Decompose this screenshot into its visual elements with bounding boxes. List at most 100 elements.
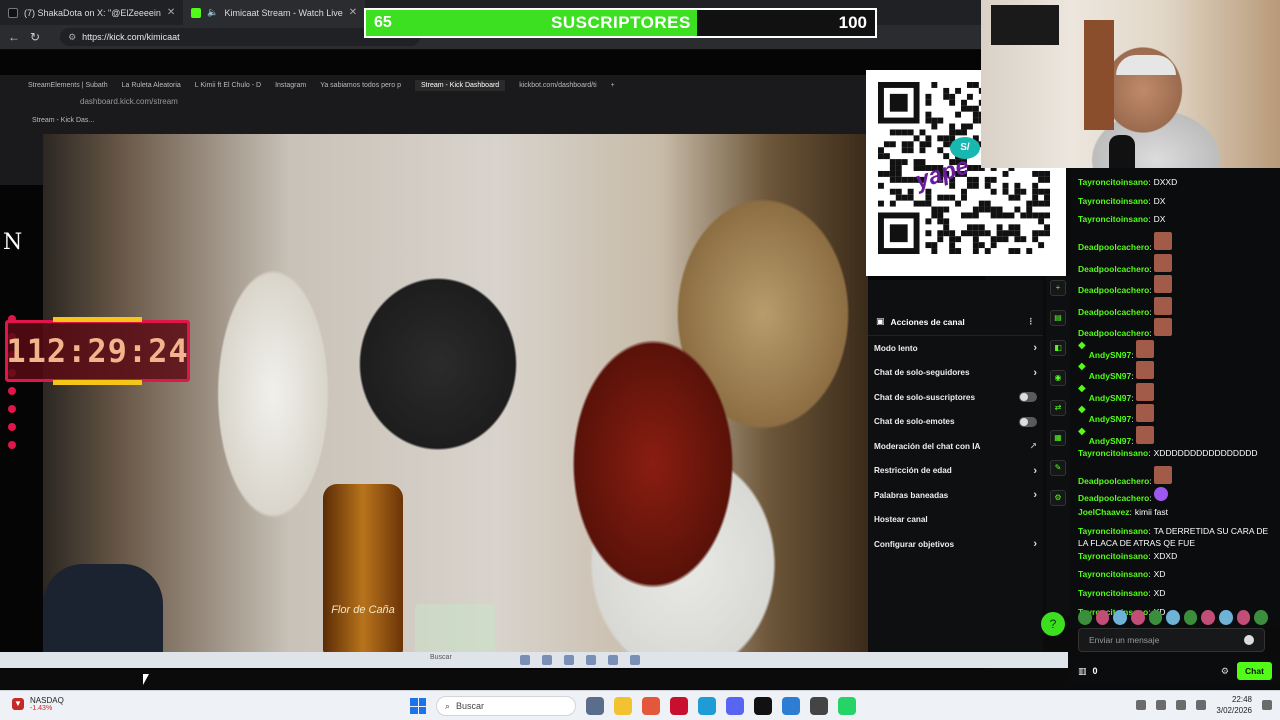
send-chat-button[interactable]: Chat (1237, 662, 1272, 680)
app-icon[interactable] (754, 697, 772, 715)
windows-start-icon[interactable] (410, 698, 426, 714)
toggle-switch[interactable] (1019, 392, 1037, 403)
chat-username[interactable]: Tayroncitoinsano (1078, 448, 1148, 458)
chat-input[interactable]: Enviar un mensaje (1078, 628, 1265, 652)
x-icon (8, 7, 18, 18)
chat-username[interactable]: JoelChaavez (1078, 507, 1130, 517)
file-explorer-icon[interactable] (614, 697, 632, 715)
door (1084, 20, 1114, 130)
rail-button[interactable]: ⚙ (1050, 490, 1066, 506)
close-icon[interactable]: ✕ (349, 7, 357, 18)
more-options-icon[interactable]: ⋮ (1027, 316, 1036, 327)
task-view-icon[interactable] (586, 697, 604, 715)
tray-icon[interactable] (1136, 700, 1147, 710)
chat-username[interactable]: AndySN97 (1089, 436, 1132, 446)
rail-button[interactable]: ◧ (1050, 340, 1066, 356)
chat-separator: : (1149, 285, 1152, 296)
browser-tab-active[interactable]: 🔈 Kimicaat Stream - Watch Live ✕ (183, 0, 366, 25)
channel-action-item[interactable]: Moderación del chat con IA ↗ (868, 434, 1043, 459)
channel-action-item[interactable]: Hostear canal (868, 508, 1043, 533)
chat-username[interactable]: Tayroncitoinsano (1078, 588, 1148, 598)
chat-message: Deadpoolcachero: (1070, 232, 1280, 254)
channel-actions-list: Modo lento › Chat de solo-seguidores › Chat … (868, 336, 1043, 557)
wifi-icon[interactable] (1156, 700, 1167, 710)
rail-button[interactable]: ✎ (1050, 460, 1066, 476)
rail-button[interactable]: ◉ (1050, 370, 1066, 386)
chat-username[interactable]: AndySN97 (1089, 414, 1132, 424)
channel-action-item[interactable]: Palabras baneadas › (868, 483, 1043, 508)
site-info-icon[interactable]: ⚙ (68, 32, 76, 43)
emote-button[interactable] (1095, 609, 1110, 625)
emote-button[interactable] (1201, 609, 1216, 625)
rail-button[interactable]: ⇄ (1050, 400, 1066, 416)
browser-tab[interactable]: (7) ShakaDota on X: "@ElZeeeein ✕ (0, 0, 183, 25)
chat-username[interactable]: Tayroncitoinsano (1078, 196, 1148, 206)
rail-button[interactable]: + (1050, 280, 1066, 296)
chat-username[interactable]: Deadpoolcachero (1078, 264, 1149, 274)
emoji-icon[interactable] (1244, 635, 1254, 645)
stock-widget[interactable]: ▼ NASDAQ -1.43% (12, 696, 64, 712)
captured-tab: Instagram (275, 81, 307, 89)
emote-button[interactable] (1113, 609, 1127, 625)
channel-action-item[interactable]: Chat de solo-emotes (868, 410, 1043, 435)
volume-icon[interactable] (1176, 700, 1187, 710)
emote-button[interactable] (1130, 609, 1145, 625)
notification-icon[interactable] (1262, 700, 1272, 710)
rail-button[interactable]: ▦ (1050, 430, 1066, 446)
chat-username[interactable]: Deadpoolcachero (1078, 328, 1149, 338)
chat-username[interactable]: Tayroncitoinsano (1078, 551, 1148, 561)
channel-action-item[interactable]: Chat de solo-suscriptores (868, 385, 1043, 410)
channel-action-item[interactable]: Chat de solo-seguidores › (868, 361, 1043, 386)
chat-username[interactable]: Tayroncitoinsano (1078, 569, 1148, 579)
emote-button[interactable] (1219, 609, 1233, 625)
chat-username[interactable]: Deadpoolcachero (1078, 242, 1149, 252)
gear-icon[interactable]: ⚙ (1221, 666, 1229, 677)
reload-icon[interactable]: ↻ (30, 30, 40, 44)
chat-username[interactable]: AndySN97 (1089, 393, 1132, 403)
subscriber-count: 65 (374, 14, 392, 31)
system-tray: 22:48 3/02/2026 (1136, 694, 1272, 716)
rail-icon (8, 387, 16, 395)
channel-action-item[interactable]: Restricción de edad › (868, 459, 1043, 484)
obs-icon[interactable] (810, 697, 828, 715)
chat-message: Deadpoolcachero: (1070, 318, 1280, 340)
battery-icon[interactable] (1196, 700, 1207, 710)
channel-action-label: Chat de solo-seguidores (874, 368, 970, 378)
edge-icon[interactable] (698, 697, 716, 715)
discord-icon[interactable] (726, 697, 744, 715)
chat-username[interactable]: AndySN97 (1089, 350, 1132, 360)
chat-username[interactable]: Deadpoolcachero (1078, 476, 1149, 486)
channel-action-item[interactable]: Modo lento › (868, 336, 1043, 361)
help-icon[interactable]: ? (1041, 612, 1065, 636)
channel-action-label: Hostear canal (874, 515, 928, 525)
tab-label: (7) ShakaDota on X: "@ElZeeeein (24, 7, 161, 18)
emote-button[interactable] (1078, 609, 1092, 625)
emote-button[interactable] (1166, 609, 1180, 625)
close-icon[interactable]: ✕ (167, 7, 175, 18)
chat-username[interactable]: Deadpoolcachero (1078, 285, 1149, 295)
chat-username[interactable]: Deadpoolcachero (1078, 307, 1149, 317)
chat-username[interactable]: Tayroncitoinsano (1078, 214, 1148, 224)
emote-button[interactable] (1236, 609, 1251, 625)
chat-username[interactable]: Deadpoolcachero (1078, 493, 1149, 503)
chat-username[interactable]: Tayroncitoinsano (1078, 526, 1148, 536)
emote-button[interactable] (1254, 609, 1269, 625)
app-icon[interactable] (782, 697, 800, 715)
channel-action-item[interactable]: Configurar objetivos › (868, 532, 1043, 557)
chat-message-body: Tayroncitoinsano: DXXD (1078, 176, 1177, 189)
app-icon[interactable] (642, 697, 660, 715)
rail-button[interactable]: ▤ (1050, 310, 1066, 326)
emote-button[interactable] (1148, 609, 1163, 625)
emote-button[interactable] (1183, 609, 1198, 625)
back-arrow-icon[interactable]: ← (8, 30, 20, 44)
app-icon[interactable] (670, 697, 688, 715)
taskbar-search[interactable]: ⌕ Buscar (436, 696, 576, 716)
chat-separator: : (1148, 195, 1151, 206)
toggle-switch[interactable] (1019, 416, 1037, 427)
whatsapp-icon[interactable] (838, 697, 856, 715)
channel-action-label: Moderación del chat con IA (874, 441, 981, 451)
chat-username[interactable]: AndySN97 (1089, 371, 1132, 381)
clock[interactable]: 22:48 3/02/2026 (1216, 694, 1252, 716)
points-icon[interactable]: ▥ (1078, 666, 1087, 677)
chat-username[interactable]: Tayroncitoinsano (1078, 177, 1148, 187)
